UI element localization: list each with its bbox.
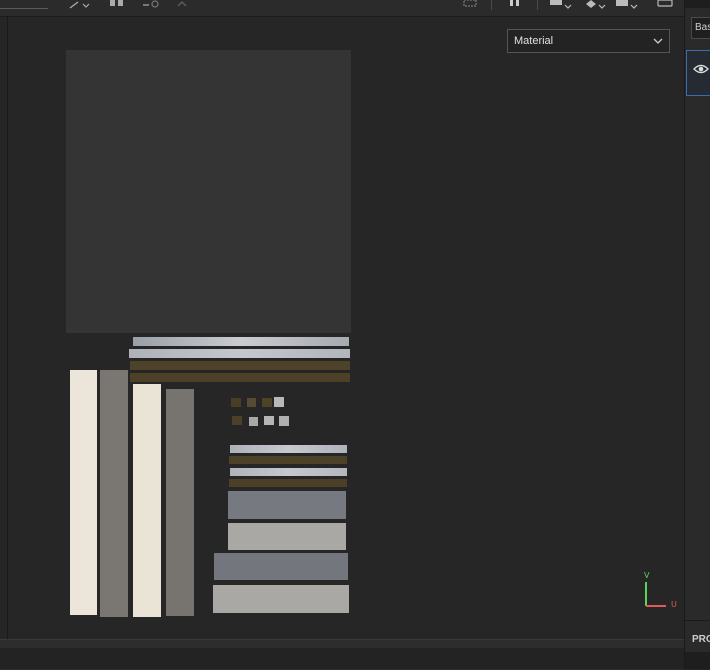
material-field[interactable]: Bas [691,17,710,39]
uv-island-tile [264,416,274,425]
uv-island-block [228,523,346,550]
uv-island-column [70,370,97,615]
channel-dropdown-value: Material [514,35,554,47]
toolbar-separator [537,0,538,10]
mirror-icon[interactable] [108,0,126,10]
capture-icon[interactable] [656,0,674,10]
viewport-toolbar [0,0,684,17]
layers-panel: Bas PRO [684,0,710,669]
eye-icon[interactable] [693,63,709,75]
uv-island-tile [262,398,272,407]
uv-island-block [214,553,348,580]
uv-island-strip [229,479,347,487]
uv-island-large [66,50,351,333]
uv-island-strip [230,445,347,453]
uv-island-tile [231,398,241,407]
uv-island-column [133,384,161,617]
uv-island-strip [130,361,350,370]
panel-divider [685,620,710,621]
display-settings-icon[interactable] [614,0,640,10]
uv-island-tile [279,416,289,426]
toolbar-underline [0,8,48,9]
uv-island-block [213,585,349,613]
properties-section-label: PRO [692,634,710,645]
pause-icon[interactable] [509,0,521,10]
panel-header [685,0,710,8]
uv-island-strip [133,337,349,346]
uv-island-strip [130,373,350,382]
chevron-down-icon [653,38,663,44]
uv-island-tile [247,398,256,407]
uv-island-column [100,370,128,617]
uv-island-strip [129,349,350,358]
uv-island-column [166,389,194,616]
toolbar-separator [491,0,492,10]
uv-island-strip [230,468,347,476]
camera-icon[interactable] [548,0,574,10]
viewport-border [7,17,8,639]
axis-u-label: U [671,600,677,609]
uv-island-tile [274,397,284,407]
transform-icon[interactable] [176,0,190,10]
axis-v-label: V [644,571,650,580]
view-cube-icon[interactable] [582,0,608,10]
uv-island-block [228,491,346,519]
layer-row[interactable] [686,50,710,96]
uv-island-tile [249,417,258,426]
uv-island-strip [229,456,347,464]
snap-icon[interactable] [141,0,161,10]
channel-dropdown[interactable]: Material [507,29,670,53]
screenshot-icon[interactable] [462,0,480,10]
panel-footer [685,652,710,669]
uv-axis-gizmo: V U [638,568,688,613]
selection-mode-icon[interactable] [68,0,90,10]
uv-island-tile [232,416,242,425]
bottom-panel-strip [0,648,684,669]
